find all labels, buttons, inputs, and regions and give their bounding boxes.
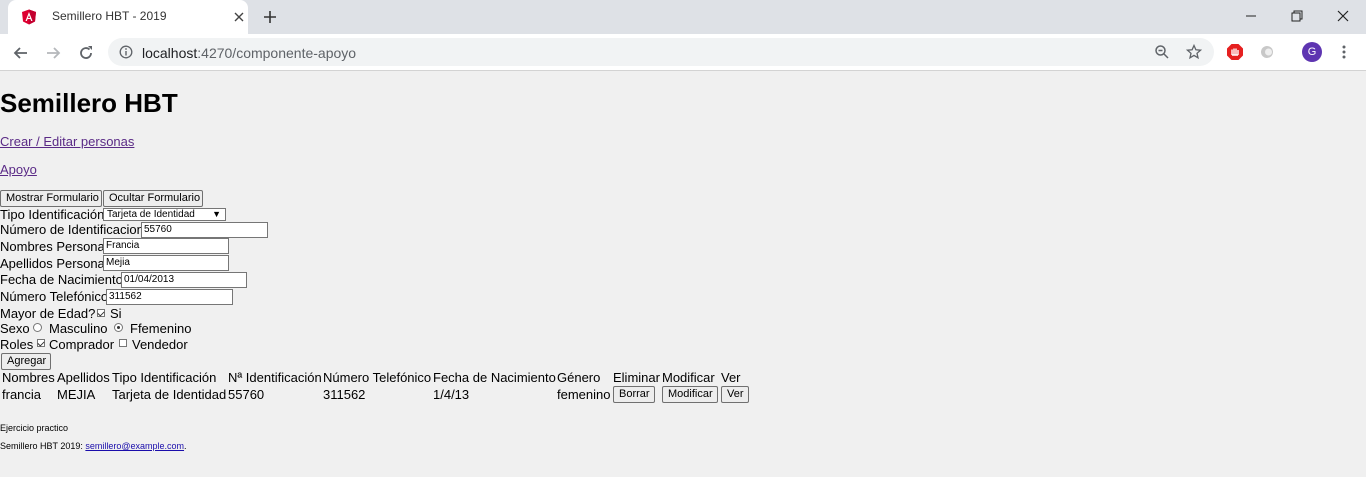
ver-button[interactable]: Ver [721, 386, 749, 403]
tipo-identificacion-label: Tipo Identificación [0, 207, 105, 222]
agregar-button[interactable]: Agregar [1, 353, 51, 370]
telefono-label: Número Telefónico [0, 289, 109, 304]
fecha-nacimiento-input[interactable]: 01/04/2013 [121, 272, 247, 288]
dropdown-arrow-icon: ▼ [212, 209, 221, 219]
browser-toolbar: localhost:4270/componente-apoyo G [0, 34, 1366, 71]
table-cell-tipo: Tarjeta de Identidad [112, 387, 227, 402]
forward-icon[interactable] [43, 43, 63, 63]
close-window-icon[interactable] [1332, 6, 1354, 26]
tab-title: Semillero HBT - 2019 [52, 9, 167, 23]
table-header-eliminar: Eliminar [613, 370, 660, 385]
zoom-icon[interactable] [1154, 44, 1170, 60]
mayor-edad-option: Si [110, 306, 122, 321]
tipo-identificacion-value: Tarjeta de Identidad [107, 209, 195, 220]
table-cell-apellidos: MEJIA [57, 387, 96, 402]
numero-identificacion-input[interactable]: 55760 [141, 222, 268, 238]
table-header-tipo: Tipo Identificación [112, 370, 217, 385]
tab-strip: Semillero HBT - 2019 [0, 0, 1366, 34]
numero-identificacion-label: Número de Identificacion [0, 222, 144, 237]
url-path: :4270/componente-apoyo [197, 45, 357, 61]
table-cell-nombres: francia [2, 387, 42, 402]
roles-label: Roles [0, 337, 34, 352]
femenino-label: Ffemenino [130, 321, 192, 336]
browser-tab[interactable]: Semillero HBT - 2019 [8, 0, 248, 34]
bookmark-star-icon[interactable] [1186, 44, 1202, 60]
more-menu-icon[interactable] [1336, 44, 1352, 60]
table-header-genero: Género [557, 370, 601, 385]
vendedor-label: Vendedor [132, 337, 188, 352]
url-text: localhost:4270/componente-apoyo [142, 45, 356, 61]
address-bar[interactable]: localhost:4270/componente-apoyo [108, 38, 1214, 66]
nombres-input[interactable]: Francia [103, 238, 229, 254]
profile-avatar[interactable]: G [1302, 42, 1322, 62]
angular-logo-icon [22, 9, 36, 25]
close-tab-icon[interactable] [230, 8, 248, 26]
footer-prefix: Semillero HBT 2019: [0, 441, 86, 451]
footer-email-link[interactable]: semillero@example.com [85, 441, 184, 451]
page-title: Semillero HBT [0, 88, 178, 118]
back-icon[interactable] [11, 43, 31, 63]
info-icon[interactable] [119, 45, 133, 59]
table-cell-genero: femenino [557, 387, 611, 402]
new-tab-icon[interactable] [261, 8, 279, 26]
comprador-checkbox[interactable] [37, 339, 45, 347]
mayor-edad-checkbox[interactable] [97, 309, 105, 317]
comprador-label: Comprador [49, 337, 115, 352]
ocultar-formulario-button[interactable]: Ocultar Formulario [103, 190, 203, 207]
apellidos-label: Apellidos Persona [0, 256, 105, 271]
table-header-ver: Ver [721, 370, 741, 385]
apellidos-input[interactable]: Mejia [103, 255, 229, 271]
mostrar-formulario-button[interactable]: Mostrar Formulario [0, 190, 102, 207]
borrar-button[interactable]: Borrar [613, 386, 655, 403]
adblock-extension-icon[interactable] [1226, 43, 1244, 61]
table-header-nombres: Nombres [2, 370, 55, 385]
nombres-label: Nombres Persona [0, 239, 105, 254]
footer-title: Ejercicio practico [0, 423, 69, 433]
mayor-edad-label: Mayor de Edad? [0, 306, 96, 321]
url-host: localhost [142, 45, 198, 61]
minimize-icon[interactable] [1240, 6, 1262, 26]
table-header-apellidos: Apellidos [57, 370, 110, 385]
extension-circle-icon[interactable] [1258, 43, 1276, 61]
reload-icon[interactable] [76, 43, 96, 63]
crear-editar-link[interactable]: Crear / Editar personas [0, 134, 134, 149]
table-header-numero: Nª Identificación [228, 370, 322, 385]
footer-credits: Semillero HBT 2019: semillero@example.co… [0, 441, 187, 451]
table-cell-fecha: 1/4/13 [433, 387, 470, 402]
restore-icon[interactable] [1286, 6, 1308, 26]
masculino-label: Masculino [49, 321, 108, 336]
masculino-radio[interactable] [33, 323, 42, 332]
footer-suffix: . [184, 441, 187, 451]
telefono-input[interactable]: 311562 [106, 289, 233, 305]
table-header-telefono: Número Telefónico [323, 370, 432, 385]
tipo-identificacion-select[interactable]: Tarjeta de Identidad ▼ [103, 208, 226, 221]
table-cell-telefono: 311562 [323, 387, 366, 402]
apoyo-link[interactable]: Apoyo [0, 162, 37, 177]
table-header-modificar: Modificar [662, 370, 715, 385]
page-content: Semillero HBT Crear / Editar personas Ap… [0, 71, 1366, 477]
sexo-label: Sexo [0, 321, 30, 336]
femenino-radio[interactable] [114, 323, 123, 332]
vendedor-checkbox[interactable] [119, 339, 127, 347]
fecha-nacimiento-label: Fecha de Nacimiento [0, 272, 123, 287]
table-cell-numero: 55760 [228, 387, 265, 402]
table-header-fecha: Fecha de Nacimiento [433, 370, 556, 385]
modificar-button[interactable]: Modificar [662, 386, 718, 403]
